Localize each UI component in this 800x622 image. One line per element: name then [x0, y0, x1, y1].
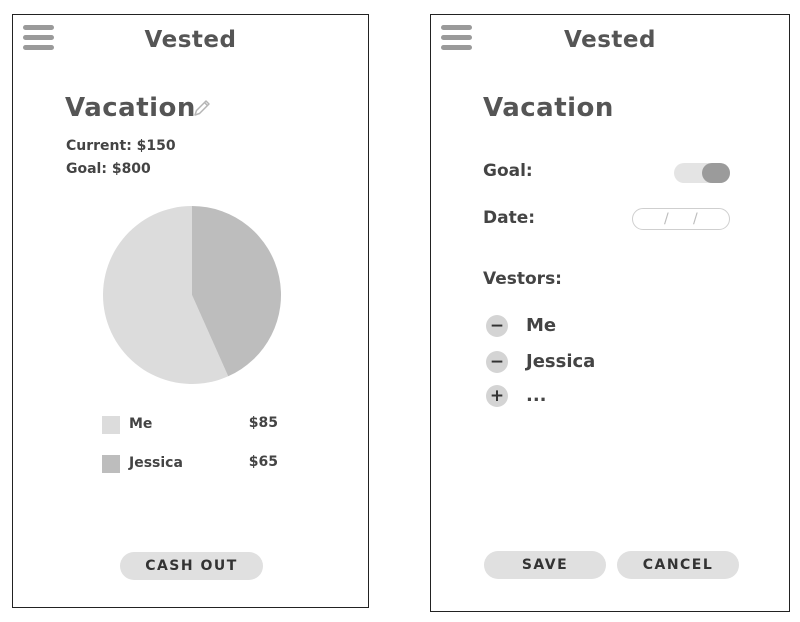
cancel-button[interactable]: CANCEL: [617, 551, 739, 579]
goal-amount: Goal: $800: [66, 161, 151, 177]
vestor-item: − Jessica: [486, 351, 686, 375]
vestor-name: Jessica: [526, 351, 596, 372]
legend-value: $85: [248, 415, 278, 431]
add-vestor-placeholder: ...: [526, 385, 547, 406]
plus-circle-icon[interactable]: +: [486, 385, 508, 407]
legend-item: Me $85: [102, 415, 280, 435]
vestor-name: Me: [526, 315, 557, 336]
current-amount: Current: $150: [66, 138, 176, 154]
legend-swatch: [102, 416, 120, 434]
date-separator: /: [693, 211, 698, 227]
date-label: Date:: [483, 208, 536, 228]
legend-value: $65: [248, 454, 278, 470]
goal-edit-screen: Vested Vacation Goal: Date: / / Vestors:…: [430, 14, 790, 612]
legend-swatch: [102, 455, 120, 473]
minus-circle-icon[interactable]: −: [486, 315, 508, 337]
goal-label: Goal:: [483, 161, 533, 181]
legend-item: Jessica $65: [102, 454, 280, 474]
pencil-icon[interactable]: [191, 97, 213, 119]
legend-label: Me: [129, 416, 153, 432]
app-title: Vested: [564, 27, 656, 53]
page-title: Vacation: [483, 93, 614, 123]
page-title: Vacation: [65, 93, 196, 123]
vestors-label: Vestors:: [483, 269, 562, 289]
goal-detail-screen: Vested Vacation Current: $150 Goal: $800…: [12, 14, 369, 608]
toggle-knob: [702, 163, 730, 183]
contribution-pie-chart: [103, 206, 282, 384]
date-input[interactable]: / /: [632, 208, 730, 230]
app-title: Vested: [144, 27, 237, 53]
minus-circle-icon[interactable]: −: [486, 351, 508, 373]
cash-out-button[interactable]: CASH OUT: [120, 552, 263, 580]
date-separator: /: [664, 211, 669, 227]
add-vestor-row: + ...: [486, 385, 686, 409]
vestor-item: − Me: [486, 315, 686, 339]
goal-toggle[interactable]: [674, 163, 730, 183]
save-button[interactable]: SAVE: [484, 551, 606, 579]
legend-label: Jessica: [129, 455, 183, 471]
